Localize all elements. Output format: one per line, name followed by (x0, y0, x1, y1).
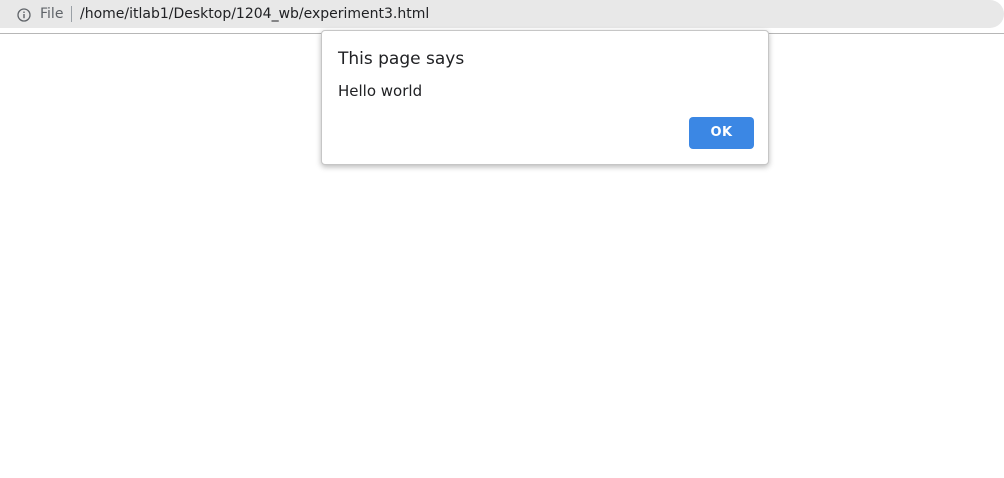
scheme-label[interactable]: File (40, 5, 63, 23)
ok-button[interactable]: OK (689, 117, 754, 149)
info-icon[interactable] (17, 7, 31, 22)
alert-dialog: This page says Hello world OK (321, 30, 769, 165)
dialog-message: Hello world (338, 82, 423, 100)
address-bar[interactable]: File /home/itlab1/Desktop/1204_wb/experi… (0, 0, 1004, 28)
url-text[interactable]: /home/itlab1/Desktop/1204_wb/experiment3… (80, 5, 429, 23)
scheme-divider (71, 6, 72, 22)
dialog-title: This page says (338, 49, 465, 69)
